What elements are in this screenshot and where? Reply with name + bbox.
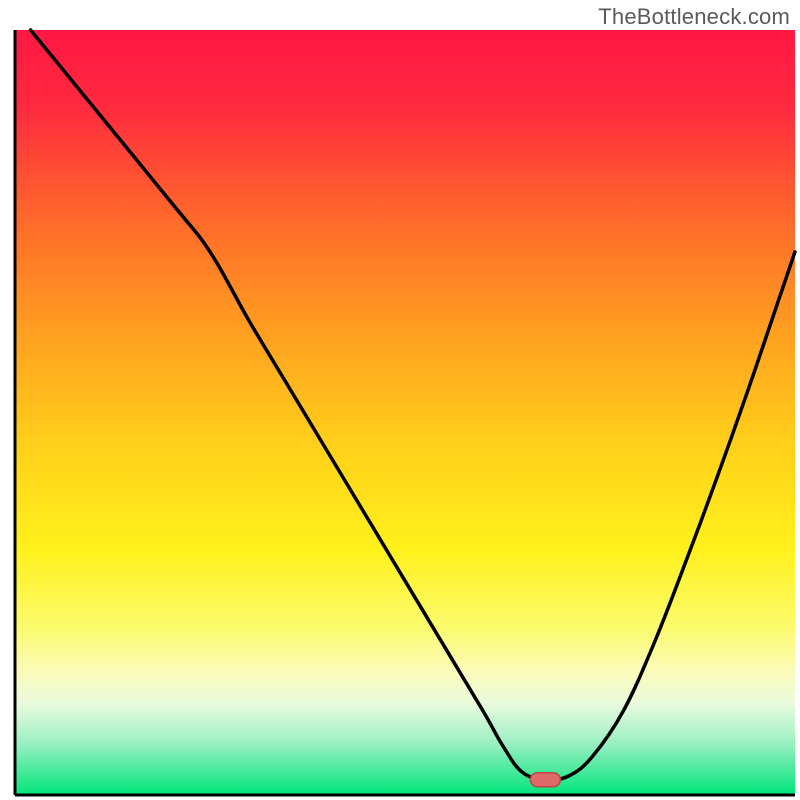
bottleneck-chart: [0, 0, 800, 800]
plot-background: [15, 30, 795, 795]
optimal-marker: [530, 773, 560, 787]
watermark-text: TheBottleneck.com: [598, 4, 790, 30]
